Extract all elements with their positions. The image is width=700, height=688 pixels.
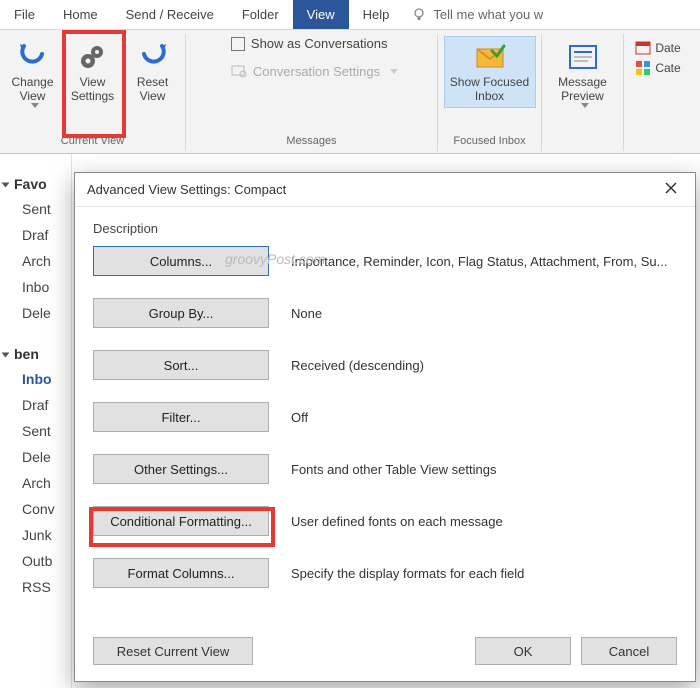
main-menubar: File Home Send / Receive Folder View Hel…	[0, 0, 700, 30]
nav-account-header[interactable]: ben	[0, 342, 71, 366]
ribbon-group-label-messages: Messages	[286, 133, 336, 149]
format-columns-button[interactable]: Format Columns...	[93, 558, 269, 588]
menu-home[interactable]: Home	[49, 0, 112, 29]
conditional-formatting-button[interactable]: Conditional Formatting...	[93, 506, 269, 536]
filter-value: Off	[291, 410, 677, 425]
chevron-down-icon	[390, 69, 398, 74]
close-button[interactable]	[653, 176, 689, 204]
change-view-icon	[17, 41, 49, 73]
lightbulb-icon	[411, 7, 427, 23]
conversation-settings-icon	[231, 63, 247, 79]
dialog-body: Description groovyPost.com Columns... Im…	[75, 207, 695, 627]
reset-current-view-button[interactable]: Reset Current View	[93, 637, 253, 665]
group-by-value: None	[291, 306, 677, 321]
nav-folder-item[interactable]: Dele	[0, 444, 71, 470]
format-columns-value: Specify the display formats for each fie…	[291, 566, 677, 581]
ribbon-group-arrangement: Date Cate	[624, 34, 692, 151]
dialog-title: Advanced View Settings: Compact	[87, 182, 286, 197]
message-preview-button[interactable]: Message Preview	[547, 36, 619, 113]
chevron-down-icon	[31, 103, 39, 108]
nav-inbox[interactable]: Inbo	[0, 366, 71, 392]
close-icon	[665, 182, 677, 197]
sort-value: Received (descending)	[291, 358, 677, 373]
focused-inbox-icon	[474, 41, 506, 73]
nav-folder-item[interactable]: Draf	[0, 392, 71, 418]
arrange-by-categories[interactable]: Cate	[635, 60, 680, 76]
advanced-view-settings-dialog: Advanced View Settings: Compact Descript…	[74, 172, 696, 682]
message-preview-icon	[567, 41, 599, 73]
ribbon-group-messages: Show as Conversations Conversation Setti…	[186, 34, 438, 151]
reset-view-icon	[137, 41, 169, 73]
arrange-by-date[interactable]: Date	[635, 40, 680, 56]
menu-send-receive[interactable]: Send / Receive	[112, 0, 228, 29]
nav-folder-item[interactable]: Sent	[0, 418, 71, 444]
nav-folder-item[interactable]: Arch	[0, 470, 71, 496]
conversation-settings-button: Conversation Settings	[231, 63, 398, 79]
gear-icon	[77, 41, 109, 73]
nav-folder-item[interactable]: Outb	[0, 548, 71, 574]
nav-folder-item[interactable]: Conv	[0, 496, 71, 522]
show-focused-inbox-label: Show Focused Inbox	[447, 75, 533, 103]
cancel-button[interactable]: Cancel	[581, 637, 677, 665]
conversation-settings-label: Conversation Settings	[253, 64, 380, 79]
show-conversations-label: Show as Conversations	[251, 36, 388, 51]
nav-folder-item[interactable]: RSS	[0, 574, 71, 600]
checkbox-icon	[231, 37, 245, 51]
categories-icon	[635, 60, 651, 76]
ribbon-group-current-view: Change View View Settings Reset View Cur…	[0, 34, 186, 151]
dialog-titlebar: Advanced View Settings: Compact	[75, 173, 695, 207]
view-settings-label: View Settings	[68, 75, 118, 103]
nav-fav-item[interactable]: Arch	[0, 248, 71, 274]
dialog-footer: Reset Current View OK Cancel	[75, 627, 695, 681]
tell-me-placeholder: Tell me what you w	[433, 7, 543, 22]
menu-help[interactable]: Help	[349, 0, 404, 29]
menu-view[interactable]: View	[293, 0, 349, 29]
change-view-button[interactable]: Change View	[5, 36, 61, 113]
nav-fav-item[interactable]: Draf	[0, 222, 71, 248]
columns-button[interactable]: Columns...	[93, 246, 269, 276]
nav-fav-item[interactable]: Dele	[0, 300, 71, 326]
nav-folder-item[interactable]: Junk	[0, 522, 71, 548]
ribbon: Change View View Settings Reset View Cur…	[0, 30, 700, 154]
group-by-button[interactable]: Group By...	[93, 298, 269, 328]
change-view-label: Change View	[8, 75, 58, 103]
chevron-down-icon	[581, 103, 589, 108]
nav-fav-item[interactable]: Inbo	[0, 274, 71, 300]
conditional-formatting-value: User defined fonts on each message	[291, 514, 677, 529]
calendar-icon	[635, 40, 651, 56]
tell-me-search[interactable]: Tell me what you w	[403, 0, 700, 29]
reset-view-button[interactable]: Reset View	[125, 36, 181, 108]
arrange-date-label: Date	[655, 41, 680, 55]
folder-navigation-pane: Favo Sent Draf Arch Inbo Dele ben Inbo D…	[0, 154, 72, 688]
show-focused-inbox-button[interactable]: Show Focused Inbox	[444, 36, 536, 108]
description-label: Description	[93, 221, 677, 236]
message-preview-label: Message Preview	[550, 75, 616, 103]
menu-file[interactable]: File	[0, 0, 49, 29]
filter-button[interactable]: Filter...	[93, 402, 269, 432]
ribbon-group-label-current-view: Current View	[61, 133, 124, 149]
nav-fav-item[interactable]: Sent	[0, 196, 71, 222]
sort-button[interactable]: Sort...	[93, 350, 269, 380]
columns-value: Importance, Reminder, Icon, Flag Status,…	[291, 254, 677, 269]
reset-view-label: Reset View	[128, 75, 178, 103]
arrange-categories-label: Cate	[655, 61, 680, 75]
other-settings-button[interactable]: Other Settings...	[93, 454, 269, 484]
view-settings-button[interactable]: View Settings	[65, 36, 121, 108]
menu-folder[interactable]: Folder	[228, 0, 293, 29]
ok-button[interactable]: OK	[475, 637, 571, 665]
ribbon-group-focused-inbox: Show Focused Inbox Focused Inbox	[438, 34, 542, 151]
nav-favorites-header[interactable]: Favo	[0, 172, 71, 196]
show-conversations-checkbox[interactable]: Show as Conversations	[231, 36, 398, 51]
ribbon-group-label-focused: Focused Inbox	[453, 133, 525, 149]
ribbon-group-layout: Message Preview	[542, 34, 624, 151]
other-settings-value: Fonts and other Table View settings	[291, 462, 677, 477]
